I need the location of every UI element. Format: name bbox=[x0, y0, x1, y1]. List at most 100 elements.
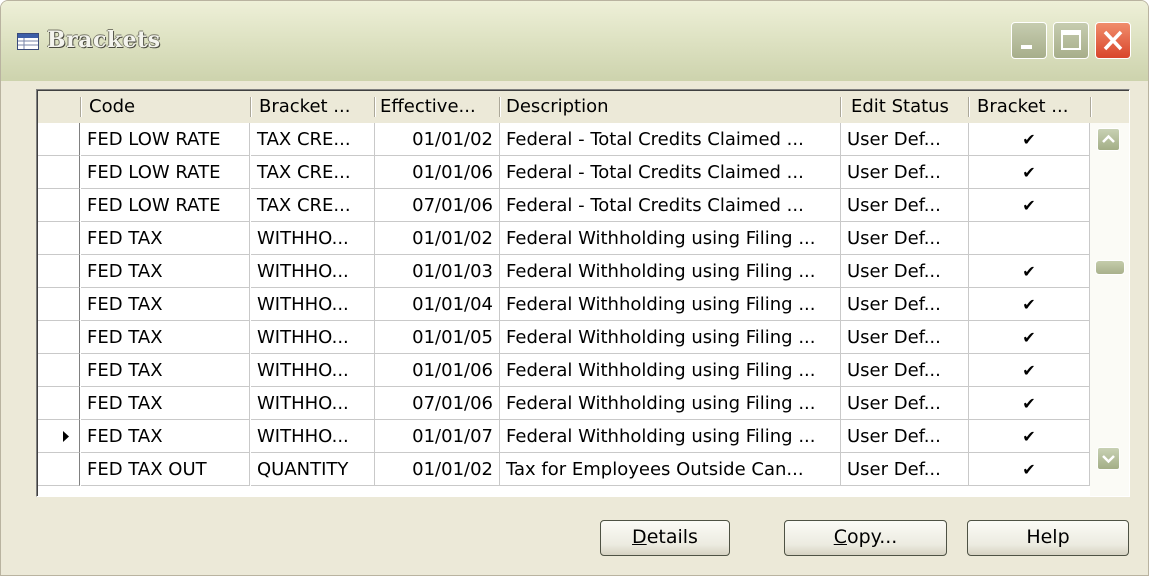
cell-description[interactable]: Federal Withholding using Filing ... bbox=[500, 420, 841, 453]
cell-bracket-check[interactable]: ✔ bbox=[969, 387, 1090, 420]
cell-description[interactable]: Tax for Employees Outside Can... bbox=[500, 453, 841, 486]
row-selector[interactable] bbox=[38, 222, 80, 255]
cell-bracket-type[interactable]: WITHHO... bbox=[251, 354, 375, 387]
cell-code[interactable]: FED TAX bbox=[81, 288, 250, 321]
cell-effective-date[interactable]: 01/01/05 bbox=[375, 321, 500, 354]
table-row[interactable]: FED TAX WITHHO... 01/01/05 Federal Withhold… bbox=[38, 321, 1090, 354]
cell-effective-date[interactable]: 01/01/03 bbox=[375, 255, 500, 288]
cell-edit-status[interactable]: User Def... bbox=[841, 189, 969, 222]
table-row[interactable]: FED TAX OUT QUANTITY 01/01/02 Tax for Emplo… bbox=[38, 453, 1090, 486]
title-bar[interactable]: Brackets bbox=[1, 1, 1148, 81]
brackets-grid[interactable]: Code Bracket ... Effective... Descriptio… bbox=[36, 89, 1130, 497]
help-button[interactable]: Help bbox=[967, 520, 1129, 556]
details-button[interactable]: Details bbox=[600, 520, 730, 556]
row-selector[interactable] bbox=[38, 123, 80, 156]
column-header-effective[interactable]: Effective... bbox=[375, 91, 499, 123]
maximize-button[interactable] bbox=[1053, 22, 1089, 59]
table-row[interactable]: FED TAX WITHHO... 01/01/04 Federal Withhold… bbox=[38, 288, 1090, 321]
cell-description[interactable]: Federal Withholding using Filing ... bbox=[500, 255, 841, 288]
cell-description[interactable]: Federal - Total Credits Claimed ... bbox=[500, 189, 841, 222]
row-selector[interactable] bbox=[38, 354, 80, 387]
cell-bracket-type[interactable]: WITHHO... bbox=[251, 288, 375, 321]
cell-bracket-check[interactable]: ✔ bbox=[969, 123, 1090, 156]
cell-edit-status[interactable]: User Def... bbox=[841, 123, 969, 156]
cell-bracket-check[interactable]: ✔ bbox=[969, 453, 1090, 486]
row-selector[interactable] bbox=[38, 189, 80, 222]
cell-description[interactable]: Federal - Total Credits Claimed ... bbox=[500, 156, 841, 189]
cell-description[interactable]: Federal Withholding using Filing ... bbox=[500, 222, 841, 255]
cell-code[interactable]: FED LOW RATE bbox=[81, 189, 250, 222]
table-row[interactable]: FED LOW RATE TAX CRE... 01/01/06 Federal - … bbox=[38, 156, 1090, 189]
row-selector[interactable] bbox=[38, 321, 80, 354]
cell-bracket-type[interactable]: TAX CRE... bbox=[251, 189, 375, 222]
cell-edit-status[interactable]: User Def... bbox=[841, 420, 969, 453]
cell-code[interactable]: FED TAX bbox=[81, 420, 250, 453]
cell-edit-status[interactable]: User Def... bbox=[841, 387, 969, 420]
cell-effective-date[interactable]: 07/01/06 bbox=[375, 387, 500, 420]
table-row[interactable]: FED TAX WITHHO... 01/01/07 Federal Withhold… bbox=[38, 420, 1090, 453]
column-header-bracket-type[interactable]: Bracket ... bbox=[251, 91, 374, 123]
cell-bracket-check[interactable] bbox=[969, 222, 1090, 255]
cell-description[interactable]: Federal - Total Credits Claimed ... bbox=[500, 123, 841, 156]
column-header-description[interactable]: Description bbox=[500, 91, 840, 123]
cell-edit-status[interactable]: User Def... bbox=[841, 156, 969, 189]
cell-code[interactable]: FED TAX bbox=[81, 387, 250, 420]
cell-edit-status[interactable]: User Def... bbox=[841, 255, 969, 288]
row-selector[interactable] bbox=[38, 420, 80, 453]
cell-bracket-type[interactable]: WITHHO... bbox=[251, 321, 375, 354]
cell-code[interactable]: FED TAX bbox=[81, 321, 250, 354]
cell-bracket-type[interactable]: WITHHO... bbox=[251, 387, 375, 420]
cell-bracket-type[interactable]: WITHHO... bbox=[251, 255, 375, 288]
cell-description[interactable]: Federal Withholding using Filing ... bbox=[500, 387, 841, 420]
table-row[interactable]: FED TAX WITHHO... 07/01/06 Federal Withhold… bbox=[38, 387, 1090, 420]
row-selector[interactable] bbox=[38, 453, 80, 486]
close-button[interactable] bbox=[1095, 22, 1131, 59]
row-selector[interactable] bbox=[38, 255, 80, 288]
cell-code[interactable]: FED LOW RATE bbox=[81, 123, 250, 156]
row-selector[interactable] bbox=[38, 387, 80, 420]
scroll-up-button[interactable] bbox=[1097, 128, 1120, 151]
table-row[interactable]: FED TAX WITHHO... 01/01/02 Federal Withhold… bbox=[38, 222, 1090, 255]
cell-description[interactable]: Federal Withholding using Filing ... bbox=[500, 354, 841, 387]
cell-bracket-check[interactable]: ✔ bbox=[969, 255, 1090, 288]
cell-code[interactable]: FED TAX OUT bbox=[81, 453, 250, 486]
cell-bracket-check[interactable]: ✔ bbox=[969, 321, 1090, 354]
cell-code[interactable]: FED TAX bbox=[81, 222, 250, 255]
cell-edit-status[interactable]: User Def... bbox=[841, 354, 969, 387]
cell-bracket-check[interactable]: ✔ bbox=[969, 288, 1090, 321]
cell-effective-date[interactable]: 01/01/06 bbox=[375, 156, 500, 189]
cell-effective-date[interactable]: 01/01/04 bbox=[375, 288, 500, 321]
cell-bracket-type[interactable]: TAX CRE... bbox=[251, 156, 375, 189]
vertical-scrollbar[interactable] bbox=[1090, 123, 1129, 496]
row-selector[interactable] bbox=[38, 288, 80, 321]
copy-button[interactable]: Copy... bbox=[784, 520, 947, 556]
column-header-edit-status[interactable]: Edit Status bbox=[841, 91, 968, 123]
cell-edit-status[interactable]: User Def... bbox=[841, 453, 969, 486]
cell-effective-date[interactable]: 07/01/06 bbox=[375, 189, 500, 222]
column-header-bracket[interactable]: Bracket ... bbox=[969, 91, 1090, 123]
table-row[interactable]: FED LOW RATE TAX CRE... 07/01/06 Federal - … bbox=[38, 189, 1090, 222]
cell-effective-date[interactable]: 01/01/02 bbox=[375, 453, 500, 486]
column-header-code[interactable]: Code bbox=[81, 91, 250, 123]
cell-bracket-type[interactable]: QUANTITY bbox=[251, 453, 375, 486]
cell-code[interactable]: FED LOW RATE bbox=[81, 156, 250, 189]
cell-effective-date[interactable]: 01/01/02 bbox=[375, 123, 500, 156]
scroll-thumb[interactable] bbox=[1095, 260, 1125, 275]
cell-effective-date[interactable]: 01/01/02 bbox=[375, 222, 500, 255]
cell-bracket-check[interactable]: ✔ bbox=[969, 156, 1090, 189]
cell-bracket-type[interactable]: WITHHO... bbox=[251, 222, 375, 255]
cell-description[interactable]: Federal Withholding using Filing ... bbox=[500, 321, 841, 354]
table-row[interactable]: FED LOW RATE TAX CRE... 01/01/02 Federal - … bbox=[38, 123, 1090, 156]
minimize-button[interactable] bbox=[1011, 22, 1047, 59]
cell-code[interactable]: FED TAX bbox=[81, 255, 250, 288]
cell-edit-status[interactable]: User Def... bbox=[841, 222, 969, 255]
cell-bracket-check[interactable]: ✔ bbox=[969, 354, 1090, 387]
cell-bracket-type[interactable]: WITHHO... bbox=[251, 420, 375, 453]
scroll-down-button[interactable] bbox=[1097, 447, 1120, 470]
table-row[interactable]: FED TAX WITHHO... 01/01/06 Federal Withhold… bbox=[38, 354, 1090, 387]
cell-code[interactable]: FED TAX bbox=[81, 354, 250, 387]
cell-bracket-check[interactable]: ✔ bbox=[969, 189, 1090, 222]
cell-effective-date[interactable]: 01/01/06 bbox=[375, 354, 500, 387]
cell-edit-status[interactable]: User Def... bbox=[841, 321, 969, 354]
table-row[interactable]: FED TAX WITHHO... 01/01/03 Federal Withhold… bbox=[38, 255, 1090, 288]
